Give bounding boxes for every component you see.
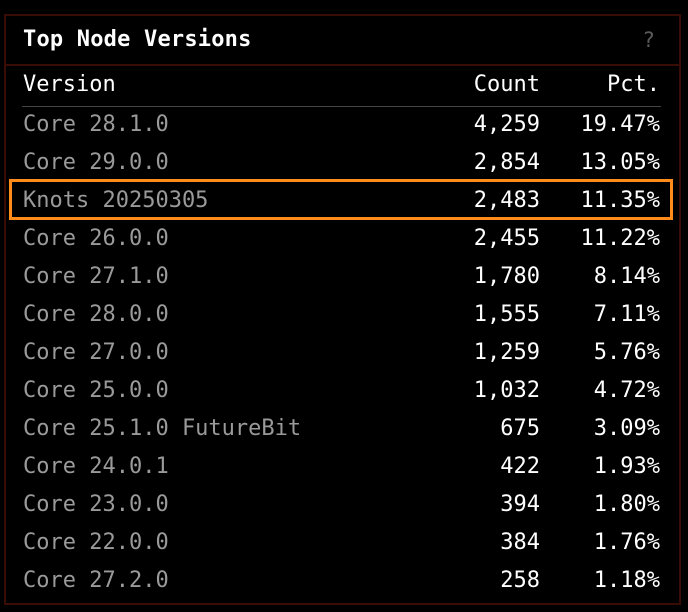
row-version: Core 29.0.0 — [23, 150, 169, 175]
row-version: Knots 20250305 — [23, 188, 209, 213]
table-row: Core 22.0.0 384 1.76% — [6, 524, 679, 562]
row-version: Core 24.0.1 — [23, 454, 169, 479]
table-row: Core 26.0.0 2,455 11.22% — [6, 220, 679, 258]
row-count: 258 — [500, 568, 540, 593]
row-count: 1,259 — [473, 340, 540, 365]
row-pct: 19.47% — [580, 112, 660, 137]
row-version: Core 25.0.0 — [23, 378, 169, 403]
row-count: 394 — [500, 492, 540, 517]
row-count: 1,555 — [473, 302, 540, 327]
row-pct: 1.76% — [593, 530, 660, 555]
table-row: Core 29.0.0 2,854 13.05% — [6, 144, 679, 182]
table-row: Core 24.0.1 422 1.93% — [6, 448, 679, 486]
table-row: Core 27.0.0 1,259 5.76% — [6, 334, 679, 372]
table-row-highlighted: Knots 20250305 2,483 11.35% — [6, 179, 679, 220]
column-header-count[interactable]: Count — [474, 66, 540, 104]
row-count: 2,483 — [473, 188, 540, 213]
column-header-version[interactable]: Version — [23, 66, 116, 104]
row-pct: 1.80% — [593, 492, 660, 517]
versions-table: Version Count Pct. Core 28.1.0 4,259 19.… — [6, 66, 679, 600]
table-row: Core 27.1.0 1,780 8.14% — [6, 258, 679, 296]
row-version: Core 28.0.0 — [23, 302, 169, 327]
table-row: Core 23.0.0 394 1.80% — [6, 486, 679, 524]
row-pct: 11.22% — [580, 226, 660, 251]
row-count: 1,032 — [473, 378, 540, 403]
row-version: Core 22.0.0 — [23, 530, 169, 555]
help-icon[interactable]: ? — [642, 27, 655, 53]
row-version: Core 23.0.0 — [23, 492, 169, 517]
table-header-row: Version Count Pct. — [6, 66, 679, 107]
row-pct: 7.11% — [593, 302, 660, 327]
panel-title: Top Node Versions — [23, 27, 252, 52]
row-count: 384 — [500, 530, 540, 555]
panel-header: Top Node Versions ? — [6, 16, 679, 66]
row-pct: 11.35% — [580, 188, 660, 213]
row-count: 675 — [500, 416, 540, 441]
row-pct: 5.76% — [593, 340, 660, 365]
row-version: Core 26.0.0 — [23, 226, 169, 251]
row-pct: 4.72% — [593, 378, 660, 403]
row-pct: 1.18% — [593, 568, 660, 593]
table-row: Core 25.0.0 1,032 4.72% — [6, 372, 679, 410]
node-versions-panel: Top Node Versions ? Version Count Pct. C… — [4, 14, 681, 605]
row-pct: 8.14% — [593, 264, 660, 289]
table-row: Core 28.0.0 1,555 7.11% — [6, 296, 679, 334]
table-row: Core 27.2.0 258 1.18% — [6, 562, 679, 600]
table-row: Core 28.1.0 4,259 19.47% — [6, 106, 679, 144]
row-version: Core 25.1.0 FutureBit — [23, 416, 302, 441]
row-pct: 3.09% — [593, 416, 660, 441]
row-pct: 1.93% — [593, 454, 660, 479]
row-version: Core 27.2.0 — [23, 568, 169, 593]
row-count: 4,259 — [473, 112, 540, 137]
table-row: Core 25.1.0 FutureBit 675 3.09% — [6, 410, 679, 448]
row-count: 422 — [500, 454, 540, 479]
row-version: Core 27.1.0 — [23, 264, 169, 289]
row-count: 2,455 — [473, 226, 540, 251]
column-header-pct[interactable]: Pct. — [607, 66, 660, 104]
row-pct: 13.05% — [580, 150, 660, 175]
row-count: 1,780 — [473, 264, 540, 289]
row-count: 2,854 — [473, 150, 540, 175]
row-version: Core 27.0.0 — [23, 340, 169, 365]
row-version: Core 28.1.0 — [23, 112, 169, 137]
